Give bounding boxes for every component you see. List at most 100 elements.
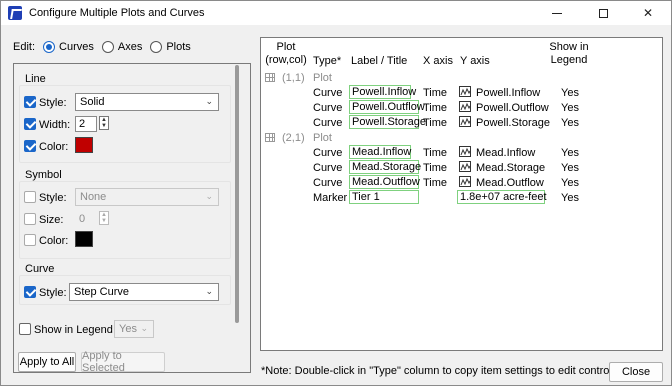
row-label-input[interactable]: Powell.Inflow: [349, 85, 416, 99]
line-color-label: Color:: [39, 141, 69, 153]
row-x-axis: Time: [423, 177, 448, 189]
row-label-input[interactable]: Powell.Outflow: [349, 100, 425, 114]
radio-curves[interactable]: [43, 41, 56, 53]
minimize-button[interactable]: [534, 1, 580, 25]
show-in-legend-value: Yes: [119, 323, 137, 335]
curve-chart-icon: [459, 146, 471, 157]
curve-group-label: Curve: [25, 263, 55, 275]
chevron-down-icon: ⌄: [205, 96, 213, 106]
curve-style-checkbox[interactable]: [24, 286, 36, 298]
show-in-legend-checkbox[interactable]: [19, 323, 31, 335]
maximize-icon: [598, 8, 608, 18]
row-label-input[interactable]: Mead.Storage: [349, 160, 421, 174]
line-style-value: Solid: [80, 96, 105, 108]
symbol-size-checkbox[interactable]: [24, 213, 36, 225]
line-width-spin-button[interactable]: ▲ ▼: [99, 116, 109, 130]
panel-scrollbar[interactable]: [235, 65, 239, 323]
symbol-style-select[interactable]: None ⌄: [75, 188, 219, 206]
row-type[interactable]: Curve: [313, 87, 342, 99]
row-y-axis: Powell.Outflow: [476, 102, 549, 114]
curve-style-value: Step Curve: [74, 286, 130, 298]
col-header-y-axis[interactable]: Y axis: [460, 55, 490, 68]
line-width-input[interactable]: 2: [75, 116, 97, 132]
radio-axes[interactable]: [101, 41, 114, 53]
line-color-swatch[interactable]: [75, 137, 93, 153]
close-icon: ✕: [642, 6, 654, 20]
row-type[interactable]: Curve: [313, 147, 342, 159]
plot-type[interactable]: Plot: [313, 132, 332, 144]
line-width-checkbox[interactable]: [24, 118, 36, 130]
row-legend: Yes: [561, 162, 579, 174]
symbol-size-spin-button[interactable]: ▲ ▼: [99, 211, 109, 225]
symbol-size-label: Size:: [39, 214, 64, 226]
radio-axes-label[interactable]: Axes: [118, 41, 142, 53]
col-header-type[interactable]: Type*: [313, 55, 341, 68]
row-type[interactable]: Marker: [313, 192, 347, 204]
window-title: Configure Multiple Plots and Curves: [29, 7, 205, 19]
symbol-color-label: Color:: [39, 235, 69, 247]
symbol-group-label: Symbol: [25, 169, 62, 181]
row-x-axis: Time: [423, 117, 448, 129]
apply-to-selected-button[interactable]: Apply to Selected: [81, 350, 165, 374]
chevron-down-icon: ⌄: [205, 191, 213, 201]
symbol-style-checkbox[interactable]: [24, 191, 36, 203]
radio-curves-label[interactable]: Curves: [59, 41, 94, 53]
symbol-size-input[interactable]: 0: [75, 211, 97, 227]
col-header-x-axis[interactable]: X axis: [423, 55, 453, 68]
symbol-style-value: None: [80, 191, 107, 203]
row-y-axis: Mead.Inflow: [476, 147, 536, 159]
col-header-legend[interactable]: Show in Legend: [548, 41, 590, 67]
row-y-axis-input[interactable]: 1.8e+07 acre-feet: [457, 190, 547, 204]
row-x-axis: Time: [423, 162, 448, 174]
plot-position: (2,1): [282, 132, 305, 144]
symbol-color-checkbox[interactable]: [24, 234, 36, 246]
symbol-style-label: Style:: [39, 192, 67, 204]
curve-chart-icon: [459, 116, 471, 127]
curve-style-select[interactable]: Step Curve ⌄: [69, 283, 219, 301]
col-header-plot-line2: (row,col): [265, 54, 307, 66]
dialog-window: Configure Multiple Plots and Curves ✕ Ed…: [0, 0, 672, 386]
line-style-checkbox[interactable]: [24, 96, 36, 108]
minimize-icon: [552, 12, 562, 14]
app-logo-icon: [8, 6, 22, 20]
row-type[interactable]: Curve: [313, 162, 342, 174]
row-label-input[interactable]: Mead.Inflow: [349, 145, 411, 159]
row-type[interactable]: Curve: [313, 117, 342, 129]
line-group-label: Line: [25, 73, 46, 85]
curve-chart-icon: [459, 161, 471, 172]
show-in-legend-select[interactable]: Yes ⌄: [114, 320, 154, 338]
close-window-button[interactable]: ✕: [625, 1, 671, 25]
edit-mode-selector: Edit: Curves Axes Plots: [13, 41, 191, 53]
col-header-label[interactable]: Label / Title: [351, 55, 407, 68]
curve-chart-icon: [459, 101, 471, 112]
col-header-legend-line1: Show in: [549, 41, 589, 53]
symbol-color-swatch[interactable]: [75, 231, 93, 247]
row-x-axis: Time: [423, 102, 448, 114]
row-type[interactable]: Curve: [313, 102, 342, 114]
row-label-input[interactable]: Mead.Outflow: [349, 175, 420, 189]
row-label-input[interactable]: Tier 1: [349, 190, 419, 204]
radio-plots[interactable]: [150, 41, 163, 53]
row-label-input[interactable]: Powell.Storage: [349, 115, 426, 129]
row-legend: Yes: [561, 192, 579, 204]
row-x-axis: Time: [423, 147, 448, 159]
apply-to-all-button[interactable]: Apply to All: [18, 352, 76, 372]
line-style-select[interactable]: Solid ⌄: [75, 93, 219, 111]
chevron-down-icon: ⌄: [140, 323, 148, 333]
row-type[interactable]: Curve: [313, 177, 342, 189]
line-color-checkbox[interactable]: [24, 140, 36, 152]
row-legend: Yes: [561, 87, 579, 99]
title-bar: Configure Multiple Plots and Curves ✕: [1, 1, 671, 25]
col-header-plot[interactable]: Plot (row,col): [263, 41, 309, 67]
plot-type[interactable]: Plot: [313, 72, 332, 84]
radio-plots-label[interactable]: Plots: [166, 41, 190, 53]
line-width-label: Width:: [39, 119, 71, 131]
curve-chart-icon: [459, 86, 471, 97]
line-style-label: Style:: [39, 97, 67, 109]
plot-position: (1,1): [282, 72, 305, 84]
close-button[interactable]: Close: [609, 362, 663, 382]
edit-label: Edit:: [13, 41, 36, 53]
col-header-legend-line2: Legend: [550, 54, 588, 66]
maximize-button[interactable]: [580, 1, 626, 25]
plot-grid-icon: [265, 73, 275, 82]
